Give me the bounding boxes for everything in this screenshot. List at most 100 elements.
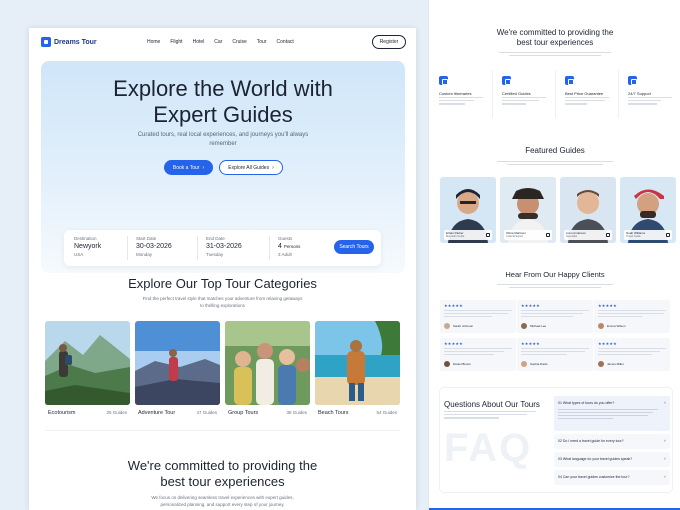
commitment-title-right-line2: best tour experiences — [516, 38, 594, 47]
rating-stars: ★★★★★ — [521, 341, 540, 346]
nav-item-flight[interactable]: Flight — [170, 39, 182, 45]
guide-role: Travel Guide — [626, 235, 641, 238]
register-button[interactable]: Register — [372, 35, 406, 49]
guide-card[interactable]: Noah Williams Travel Guide — [620, 177, 676, 243]
arrow-icon[interactable] — [606, 233, 610, 237]
faq-item[interactable]: 02 Do I need a travel guide for every to… — [554, 434, 670, 449]
faq-item[interactable]: 03 What language do your travel guides s… — [554, 452, 670, 467]
guide-caption: Liam Anderson Specialist — [564, 230, 612, 240]
reviewer-name: Emma Wilson — [607, 324, 626, 328]
arrow-right-icon: › — [202, 164, 205, 171]
clients-subtitle — [495, 283, 615, 290]
logo[interactable]: Dreams Tour — [41, 37, 97, 47]
start-date-field[interactable]: Start Date 30-03-2026 Monday — [136, 236, 172, 257]
divider — [127, 236, 128, 260]
avatar — [598, 323, 604, 329]
category-name: Group Tours — [228, 410, 259, 416]
itinerary-icon — [439, 76, 448, 85]
guide-caption: Ethan Parker Mountain Guide — [444, 230, 492, 240]
nav-item-contact[interactable]: Contact — [277, 39, 294, 45]
explore-guides-button[interactable]: Explore All Guides › — [219, 160, 283, 175]
nav-item-cruise[interactable]: Cruise — [232, 39, 246, 45]
faq-title: Questions About Our Tours — [444, 400, 540, 409]
destination-field[interactable]: Destination Newyork USA — [74, 236, 101, 257]
feature-text — [502, 97, 546, 107]
book-tour-button[interactable]: Book a Tour › — [164, 160, 213, 175]
featured-guides-title: Featured Guides — [525, 146, 585, 155]
feature-title: 24/7 Support — [628, 91, 651, 96]
faq-subtitle — [444, 411, 536, 421]
faq-question: 02 Do I need a travel guide for every to… — [558, 439, 624, 443]
search-tours-button[interactable]: Search Tours — [334, 240, 374, 254]
feature-custom-itineraries: Custom Itineraries — [429, 70, 485, 118]
feature-support: 24/7 Support — [618, 70, 674, 118]
top-nav: Dreams Tour Home Flight Hotel Car Cruise… — [29, 28, 416, 58]
tour-search-bar: Destination Newyork USA Start Date 30-03… — [64, 230, 381, 266]
beach-tours-image — [315, 321, 400, 405]
end-date-field[interactable]: End Date 31-03-2026 Tuesday — [206, 236, 242, 257]
review-card: ★★★★★ Sophia Davis — [517, 338, 593, 371]
reviewer-name: Sophia Davis — [530, 362, 548, 366]
feature-text — [628, 97, 672, 107]
destination-value: Newyork — [74, 243, 102, 250]
feature-text — [565, 97, 609, 107]
avatar — [444, 323, 450, 329]
guide-card[interactable]: Liam Anderson Specialist — [560, 177, 616, 243]
arrow-icon[interactable] — [666, 233, 670, 237]
guests-value: 4 Persons — [278, 243, 300, 250]
guide-role: Cultural Expert — [506, 235, 524, 238]
commitment-title-line1: We're committed to providing the — [127, 458, 318, 473]
faq-section: FAQ Questions About Our Tours 01 What ty… — [440, 388, 672, 492]
commitment-title: We're committed to providing the best to… — [29, 458, 416, 490]
category-card-ecotourism[interactable]: Ecotourism 25 Guides — [45, 321, 130, 421]
feature-best-price: Best Price Guarantee — [555, 70, 611, 118]
feature-text — [439, 97, 483, 107]
feature-certified-guides: Certified Guides — [492, 70, 548, 118]
guide-caption: Olivia Martinez Cultural Expert — [504, 230, 552, 240]
guide-card[interactable]: Ethan Parker Mountain Guide — [440, 177, 496, 243]
price-tag-icon — [565, 76, 574, 85]
category-card-adventure[interactable]: Adventure Tour 47 Guides — [135, 321, 220, 421]
nav-item-hotel[interactable]: Hotel — [193, 39, 205, 45]
arrow-icon[interactable] — [486, 233, 490, 237]
guests-label: Guests — [278, 236, 293, 241]
landing-page-continued: We're committed to providing the best to… — [428, 0, 680, 510]
commitment-title-line2: best tour experiences — [160, 474, 285, 489]
category-name: Ecotourism — [48, 410, 76, 416]
review-card: ★★★★★ James Miller — [594, 338, 670, 371]
start-date-value: 30-03-2026 — [136, 243, 172, 250]
category-card-group[interactable]: Group Tours 38 Guides — [225, 321, 310, 421]
divider — [269, 236, 270, 260]
ecotourism-image — [45, 321, 130, 405]
rating-stars: ★★★★★ — [521, 303, 540, 308]
faq-item[interactable]: 04 Can your travel guides customize the … — [554, 470, 670, 485]
faq-item-open[interactable]: 01 What types of tours do you offer? ˄ — [554, 396, 670, 431]
arrow-icon[interactable] — [546, 233, 550, 237]
hero-subtitle: Curated tours, real local experiences, a… — [137, 132, 309, 147]
chevron-up-icon: ˄ — [663, 400, 666, 405]
nav-item-tour[interactable]: Tour — [257, 39, 267, 45]
faq-watermark: FAQ — [444, 426, 533, 470]
hero-title: Explore the World with Expert Guides — [41, 76, 405, 128]
guests-field[interactable]: Guests 4 Persons 3 Adult — [278, 236, 300, 257]
guide-role: Mountain Guide — [446, 235, 465, 238]
commitment-subtitle: We focus on delivering seamless travel e… — [151, 495, 294, 507]
faq-answer — [558, 409, 658, 421]
rating-stars: ★★★★★ — [598, 341, 617, 346]
review-card: ★★★★★ Daniel Brown — [440, 338, 516, 371]
category-count: 47 Guides — [196, 410, 217, 415]
feature-title: Custom Itineraries — [439, 91, 472, 96]
nav-item-car[interactable]: Car — [214, 39, 222, 45]
categories-title: Explore Our Top Tour Categories — [128, 276, 317, 291]
guide-card[interactable]: Olivia Martinez Cultural Expert — [500, 177, 556, 243]
landing-page-main: Dreams Tour Home Flight Hotel Car Cruise… — [29, 28, 416, 510]
nav-item-home[interactable]: Home — [147, 39, 160, 45]
faq-question: 01 What types of tours do you offer? — [558, 401, 615, 405]
hero-section: Explore the World with Expert Guides Cur… — [41, 61, 405, 273]
avatar — [444, 361, 450, 367]
logo-icon — [41, 37, 51, 47]
feature-title: Best Price Guarantee — [565, 91, 604, 96]
category-card-beach[interactable]: Beach Tours 54 Guides — [315, 321, 400, 421]
guide-caption: Noah Williams Travel Guide — [624, 230, 672, 240]
commitment-title-right-line1: We're committed to providing the — [496, 28, 614, 37]
